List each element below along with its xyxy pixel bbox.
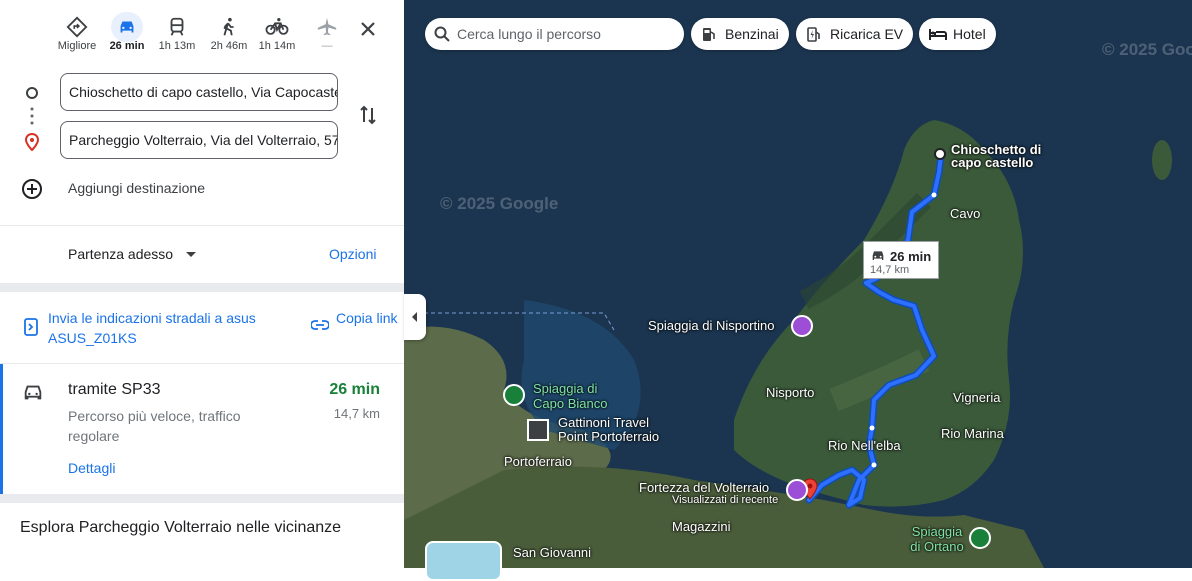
- route-duration: 26 min: [329, 381, 380, 398]
- route-duration-callout[interactable]: 26 min 14,7 km: [863, 241, 939, 279]
- search-placeholder: Cerca lungo il percorso: [457, 26, 601, 42]
- search-icon: [434, 26, 450, 42]
- place-magazzini[interactable]: Magazzini: [672, 519, 731, 534]
- chip-ev-charging[interactable]: Ricarica EV: [796, 18, 914, 50]
- departure-time-dropdown[interactable]: Partenza adesso: [68, 246, 197, 262]
- travel-agency-icon[interactable]: [527, 419, 549, 441]
- place-vigneria[interactable]: Vigneria: [953, 390, 1000, 405]
- chevron-left-icon: [412, 312, 417, 322]
- chip-gas-stations[interactable]: Benzinai: [691, 18, 789, 50]
- route-title: tramite SP33: [68, 381, 161, 398]
- destination-input[interactable]: Parcheggio Volterraio, Via del Volterrai…: [60, 121, 338, 159]
- callout-time: 26 min: [890, 249, 932, 264]
- airplane-icon: [317, 17, 337, 36]
- gas-station-icon: [703, 28, 715, 41]
- place-nisportino[interactable]: Spiaggia di Nisportino: [648, 318, 774, 333]
- send-to-device-link[interactable]: Invia le indicazioni stradali a asus ASU…: [48, 308, 288, 348]
- route-dots-icon: [30, 107, 34, 125]
- add-destination-icon[interactable]: [21, 178, 43, 200]
- train-icon: [170, 17, 184, 36]
- search-along-route-input[interactable]: Cerca lungo il percorso: [425, 18, 684, 50]
- close-icon[interactable]: [356, 17, 380, 41]
- send-to-device-icon: [24, 318, 38, 336]
- car-icon: [872, 251, 884, 260]
- collapse-panel-button[interactable]: [404, 294, 426, 340]
- divider: [0, 225, 404, 226]
- swap-icon[interactable]: [356, 103, 380, 127]
- beach-poi-icon[interactable]: [791, 315, 813, 337]
- place-nisporto[interactable]: Nisporto: [766, 385, 814, 400]
- mode-best-label: Migliore: [57, 40, 97, 52]
- map-watermark: © 2025 Google: [1102, 40, 1192, 59]
- caret-down-icon: [185, 252, 196, 257]
- departure-label: Partenza adesso: [68, 246, 174, 262]
- bed-icon: [929, 29, 947, 40]
- mode-transit-time: 1h 13m: [158, 40, 196, 52]
- ev-charging-icon: [807, 27, 820, 42]
- mode-flight-time: —: [321, 40, 333, 52]
- chip-label: Ricarica EV: [830, 26, 904, 42]
- mode-transit[interactable]: 1h 13m: [150, 14, 204, 60]
- chip-label: Benzinai: [725, 26, 779, 42]
- options-link[interactable]: Opzioni: [329, 246, 376, 262]
- place-capo-bianco[interactable]: Spiaggia di Capo Bianco: [533, 381, 623, 411]
- beach-poi-icon[interactable]: [969, 527, 991, 549]
- car-icon: [120, 21, 134, 33]
- link-icon: [311, 320, 329, 330]
- chip-hotels[interactable]: Hotel: [919, 18, 996, 50]
- place-fortezza-subtitle: Visualizzati di recente: [672, 494, 779, 506]
- bicycle-icon: [265, 18, 289, 35]
- mode-walking[interactable]: 2h 46m: [202, 14, 256, 60]
- origin-map-label: Chioschetto di capo castello: [951, 142, 1042, 170]
- place-ortano[interactable]: Spiaggia di Ortano: [906, 524, 968, 554]
- origin-circle-icon: [26, 87, 38, 99]
- place-portoferraio[interactable]: Portoferraio: [504, 454, 572, 469]
- section-divider: [0, 283, 404, 292]
- add-destination-button[interactable]: Aggiungi destinazione: [68, 180, 205, 196]
- car-icon: [24, 385, 42, 400]
- place-fortezza[interactable]: Fortezza del Volterraio: [639, 480, 769, 495]
- section-divider: [0, 494, 404, 503]
- map-watermark: © 2025 Google: [440, 194, 559, 213]
- layers-thumbnail[interactable]: [425, 541, 502, 581]
- place-gattinoni[interactable]: Gattinoni Travel Point Portoferraio: [558, 416, 678, 444]
- mode-driving-time: 26 min: [109, 40, 145, 52]
- attraction-poi-icon[interactable]: [786, 479, 808, 501]
- route-distance: 14,7 km: [333, 406, 380, 421]
- route-details-link[interactable]: Dettagli: [68, 460, 115, 476]
- mode-cycling-time: 1h 14m: [258, 40, 296, 52]
- place-rio-marina[interactable]: Rio Marina: [941, 426, 1004, 441]
- place-san-giovanni[interactable]: San Giovanni: [513, 545, 591, 560]
- beach-poi-icon[interactable]: [503, 384, 525, 406]
- chip-label: Hotel: [953, 26, 986, 42]
- origin-input[interactable]: Chioschetto di capo castello, Via Capoca…: [60, 73, 338, 111]
- mode-best[interactable]: Migliore: [50, 14, 104, 60]
- copy-link-button[interactable]: Copia link: [336, 308, 397, 328]
- mode-walking-time: 2h 46m: [210, 40, 248, 52]
- place-rio-nellelba[interactable]: Rio Nell'elba: [828, 438, 901, 453]
- mode-flight[interactable]: —: [300, 14, 354, 60]
- best-route-icon: [66, 16, 88, 38]
- mode-driving[interactable]: 26 min: [100, 12, 154, 60]
- explore-nearby-heading[interactable]: Esplora Parcheggio Volterraio nelle vici…: [20, 519, 341, 537]
- route-description: Percorso più veloce, traffico regolare: [68, 408, 241, 444]
- directions-panel: Migliore 26 min 1h 13m 2h 46m 1h 14m — C…: [0, 0, 404, 568]
- place-cavo[interactable]: Cavo: [950, 206, 980, 221]
- mode-cycling[interactable]: 1h 14m: [250, 14, 304, 60]
- walking-icon: [223, 17, 234, 36]
- destination-pin-icon: [25, 133, 39, 151]
- callout-distance: 14,7 km: [870, 264, 910, 276]
- route-option[interactable]: tramite SP33 Percorso più veloce, traffi…: [0, 364, 404, 494]
